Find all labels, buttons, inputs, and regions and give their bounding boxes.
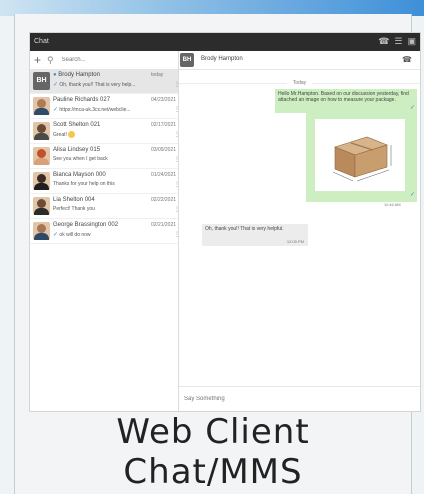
compose-bar (179, 386, 420, 411)
delivered-check-icon: ✓ (410, 105, 416, 111)
avatar (33, 222, 50, 240)
message-preview: Great! (53, 131, 165, 138)
avatar (33, 122, 50, 140)
message-input[interactable] (182, 392, 416, 406)
message-preview: ✓ ok will do now (53, 232, 91, 238)
contact-name: ● Brody Hampton (53, 72, 100, 78)
add-icon[interactable]: + (34, 53, 41, 67)
conversation-item[interactable]: Lia Shelton 004 02/22/2021 Perfect! Than… (30, 194, 180, 219)
message-preview: Perfect! Thank you (53, 206, 95, 212)
contact-name: Bianca Mayson 000 (53, 172, 106, 178)
contact-name: George Brassington 002 (53, 222, 119, 228)
contact-name: Scott Shelton 021 (53, 122, 101, 128)
contact-name: Brody Hampton (201, 56, 243, 62)
conversation-date: 02/17/2021 (151, 122, 177, 128)
check-icon: ✓ (53, 107, 59, 113)
app-titlebar: Chat ☎ ☰ ▣ (30, 33, 420, 51)
avatar (33, 172, 50, 190)
caption-line-2: Chat/MMS (123, 452, 303, 492)
message-time: 11:46 AM (384, 202, 401, 207)
caption-line-1: Web Client (116, 412, 310, 452)
avatar: BH (33, 72, 50, 90)
message-preview: See you when I get back (53, 156, 108, 162)
check-icon: ✓ (53, 232, 59, 238)
search-input[interactable] (59, 56, 154, 64)
check-icon: ✓ (53, 82, 59, 88)
message-time: 12:05 PM (286, 239, 304, 244)
conversation-date: 02/21/2021 (151, 222, 177, 228)
window-icon[interactable]: ▣ (407, 36, 416, 47)
avatar (33, 97, 50, 115)
chat-header: BH Brody Hampton ☎ (179, 51, 420, 70)
contact-avatar: BH (180, 53, 194, 67)
day-divider: Today (179, 80, 420, 86)
conversation-date: 02/22/2021 (151, 197, 177, 203)
package-image (315, 119, 405, 191)
incoming-message: Oh, thank you!! That is very helpful. 12… (202, 224, 308, 246)
sidebar-toolbar: + ⚲ (30, 51, 178, 69)
conversation-item[interactable]: George Brassington 002 02/21/2021 ✓ ok w… (30, 219, 180, 244)
screenshot-card: Chat ☎ ☰ ▣ + ⚲ BH ● Brody Hampton today … (14, 14, 421, 494)
contact-name: Lia Shelton 004 (53, 197, 95, 203)
app-title: Chat (34, 38, 49, 45)
phone-icon[interactable]: ☎ (378, 36, 389, 47)
smile-emoji-icon (68, 131, 76, 138)
conversation-date: today (151, 72, 164, 78)
outgoing-image-message[interactable] (306, 113, 417, 202)
conversation-item[interactable]: Alisa Lindsey 015 03/09/2021 See you whe… (30, 144, 180, 169)
online-icon: ● (53, 72, 57, 78)
call-icon[interactable]: ☎ (402, 55, 412, 64)
chat-pane: BH Brody Hampton ☎ Today Hello Mr.Hampto… (179, 51, 420, 411)
contact-name: Alisa Lindsey 015 (53, 147, 101, 153)
avatar (33, 147, 50, 165)
conversation-item[interactable]: Scott Shelton 021 02/17/2021 Great! ⋮ (30, 119, 180, 144)
conversation-item[interactable]: Bianca Mayson 000 01/24/2021 Thanks for … (30, 169, 180, 194)
delivered-check-icon: ✓ (410, 192, 416, 198)
conversation-date: 04/23/2021 (151, 97, 177, 103)
message-preview: ✓ https://mca-uk.3cx.net/webclie... (53, 107, 131, 113)
web-client-window: Chat ☎ ☰ ▣ + ⚲ BH ● Brody Hampton today … (29, 32, 421, 412)
message-preview: Thanks for your help on this (53, 181, 115, 187)
menu-icon[interactable]: ☰ (394, 36, 402, 47)
message-preview: ✓ Oh, thank you!! That is very help... (53, 82, 136, 88)
contact-name: Pauline Richards 027 (53, 97, 111, 103)
outgoing-message: Hello Mr.Hampton. Based on our discussio… (275, 89, 417, 113)
conversation-item[interactable]: Pauline Richards 027 04/23/2021 ✓ https:… (30, 94, 180, 119)
conversation-date: 01/24/2021 (151, 172, 177, 178)
conversation-date: 03/09/2021 (151, 147, 177, 153)
conversation-item[interactable]: BH ● Brody Hampton today ✓ Oh, thank you… (30, 69, 180, 94)
search-icon[interactable]: ⚲ (47, 55, 54, 66)
caption: Web Client Chat/MMS (1, 412, 424, 492)
avatar (33, 197, 50, 215)
conversation-sidebar: + ⚲ BH ● Brody Hampton today ✓ Oh, thank… (30, 51, 180, 411)
